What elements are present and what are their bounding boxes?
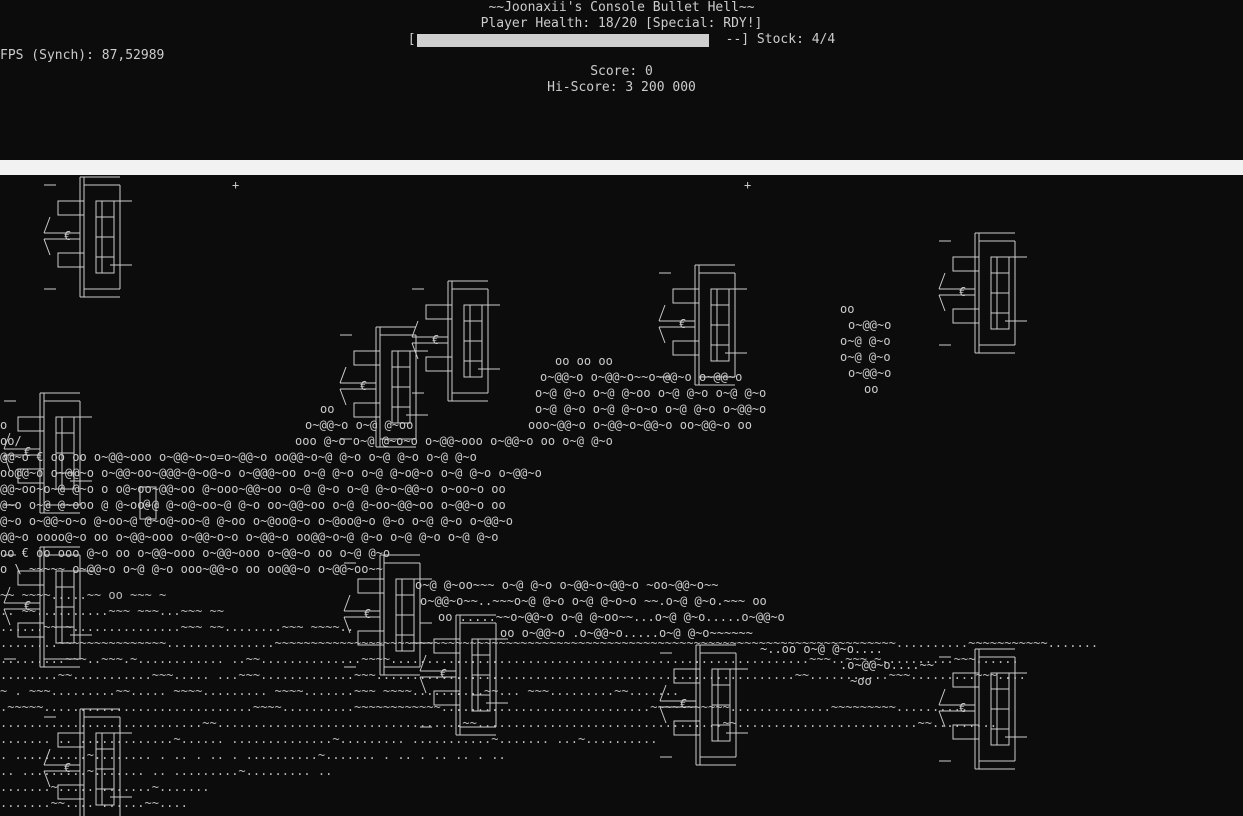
bullet-row: oo [864, 382, 878, 396]
special-bar-row: [ --] Stock: 4/4 [0, 32, 1243, 48]
play-field: ~~ ~~~~.....~~ oo ~~~ ~.. ~~..........~~… [0, 175, 1243, 816]
bullet-row: ooo @~o o~@ @~o~o o~@@~ooo o~@@~o oo o~@… [295, 434, 613, 448]
enemy-core-icon: € [360, 379, 367, 393]
bullet-row: o~@ @~oo~~~ o~@ @~o o~@@~o~@@~o ~oo~@@~o… [415, 578, 718, 592]
star-icon: + [744, 178, 751, 192]
enemy-ship: € [411, 280, 500, 402]
bullet-row: o~@ @~o o~@ @~o~o o~@ @~o o~@@~o [535, 402, 766, 416]
enemy-core-icon: € [959, 285, 966, 299]
bullet-row: o~@@~o~~..~~~o~@ @~o o~@ @~o~o ~~.o~@ @~… [420, 594, 767, 608]
stock-count: --] Stock: 4/4 [725, 32, 836, 47]
bullet-row: .o~@@~o....~~ [840, 658, 934, 672]
bullet-row: o~@ @~o [840, 350, 891, 364]
terrain-row: .......~~.... ......~~.... [0, 796, 188, 810]
enemy-core-icon: € [959, 701, 966, 715]
bullet-row: @@~o € oo oo o~@@~ooo o~@@~o~o=o~@@~o oo… [0, 450, 477, 464]
enemy-core-icon: € [440, 667, 447, 681]
terrain-row: .~~~~~.............................~~~~.… [0, 700, 968, 714]
special-charge-bar [416, 33, 725, 47]
bullet-row: o~@ @~o [840, 334, 891, 348]
bullet-row: o~@@~o [848, 318, 891, 332]
play-field-canvas: ~~ ~~~~.....~~ oo ~~~ ~.. ~~..........~~… [0, 176, 1098, 816]
bar-open-bracket: [ [407, 32, 416, 47]
bullet-row: oo [320, 402, 334, 416]
terrain-row: ......~~ ~...............~~~ ~~........~… [0, 620, 354, 634]
bullet-row: @@~oo~o~@ @~o o o@~oo~@@~oo @~ooo~@@~oo … [0, 482, 506, 496]
bullet-row: ~..oo o~@ @~o.... [760, 642, 883, 656]
bullet-row: o \ ~~~~~ o~@@~o o~@ @~o ooo~@@~o oo oo@… [0, 562, 383, 576]
bullet-row: oo oo oo [555, 354, 613, 368]
fps-readout: FPS (Synch): 87,52989 [0, 48, 165, 63]
bullet-row: oo .....~~o~@@~o o~@ @~oo~~...o~@ @~o...… [438, 610, 785, 624]
terrain-row: ............................~~..........… [0, 716, 997, 730]
special-charge-fill [416, 34, 710, 47]
hi-score: Hi-Score: 3 200 000 [547, 80, 696, 95]
bullet-row: oo € oo ooo @~o oo o~@@~ooo o~@@~ooo o~@… [0, 546, 390, 560]
enemy-ship: € [658, 264, 747, 386]
enemy-core-icon: € [64, 761, 71, 775]
terrain-row: ....... .. .............~...... ........… [0, 732, 657, 746]
terrain-row: .. ~~..........~~~ ~~~...~~~ ~~ [0, 604, 224, 618]
bullet-row: o [0, 418, 7, 432]
player-health: Player Health: 18/20 [Special: RDY!] [480, 16, 763, 31]
bullet-row: ooo~@@~o o~@@~o~@@~o oo~@@~o oo [528, 418, 752, 432]
bullet-row: @~o o~@@~o~o @~oo~@ @~o@~oo~@ @~oo o~@oo… [0, 514, 513, 528]
player-icon: @ [143, 497, 150, 511]
bullet-row: o~@ @~o o~@ @~oo o~@ @~o o~@ @~o [535, 386, 766, 400]
enemy-ship: € [43, 176, 132, 298]
enemy-core-icon: € [679, 317, 686, 331]
bullet-row: oo o~@@~o .o~@@~o.....o~@ @~o~~~~~~ [500, 626, 753, 640]
star-icon: + [232, 178, 239, 192]
enemy-core-icon: € [64, 229, 71, 243]
enemy-core-icon: € [364, 607, 371, 621]
game-title: ~~Joonaxii's Console Bullet Hell~~ [488, 0, 755, 15]
score: Score: 0 [590, 64, 653, 79]
bullet-row: @@~o oooo@~o oo o~@@~ooo o~@@~o~o o~@@~o… [0, 530, 499, 544]
enemy-core-icon: € [432, 333, 439, 347]
terrain-row: . ..........~........ . .. . .. . ......… [0, 748, 506, 762]
terrain-row: .......~..... .......~....... [0, 780, 210, 794]
bullet-row: o~@@~o o~@ @~oo [305, 418, 413, 432]
bullet-row: ~oo [850, 674, 872, 688]
enemy-core-icon: € [24, 445, 31, 459]
bullet-row: oo [840, 302, 854, 316]
bullet-row: o~@@~o [848, 366, 891, 380]
bullet-row: oo/ [0, 434, 22, 448]
enemy-core-icon: € [680, 697, 687, 711]
hud-separator [0, 160, 1243, 175]
terrain-row: ~ . ~~~.........~~..... ~~~~......... ~~… [0, 684, 679, 698]
enemy-core-icon: € [24, 599, 31, 613]
bullet-row: oo@@~o o~@@~o o~@@~oo~@@@~@~o@~o o~@@@~o… [0, 466, 542, 480]
enemy-ship: € [938, 232, 1027, 354]
